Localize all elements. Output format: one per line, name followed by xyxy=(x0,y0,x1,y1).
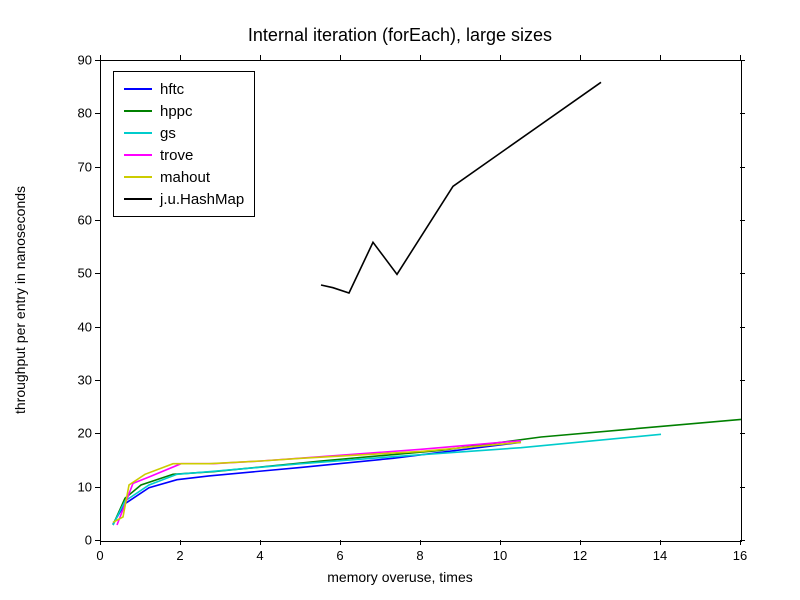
x-tick-label: 8 xyxy=(416,548,423,563)
x-tick-label: 4 xyxy=(256,548,263,563)
legend-item: hppc xyxy=(124,100,244,122)
x-tick-label: 14 xyxy=(653,548,667,563)
legend-swatch xyxy=(124,110,152,112)
x-tick-label: 2 xyxy=(176,548,183,563)
plot-area: hftc hppc gs trove mahout j.u.HashMap xyxy=(100,60,742,542)
legend-label: gs xyxy=(160,125,176,142)
legend-label: hftc xyxy=(160,81,184,98)
series-line-mahout xyxy=(113,442,521,522)
legend-item: j.u.HashMap xyxy=(124,188,244,210)
chart-title: Internal iteration (forEach), large size… xyxy=(0,25,800,46)
series-line-juhashmap xyxy=(321,82,601,293)
series-line-hftc xyxy=(113,442,521,524)
y-tick-label: 60 xyxy=(62,213,92,228)
y-tick-label: 40 xyxy=(62,319,92,334)
series-line-trove xyxy=(117,441,521,525)
legend-swatch xyxy=(124,88,152,90)
y-tick-label: 70 xyxy=(62,159,92,174)
x-tick-label: 16 xyxy=(733,548,747,563)
y-tick-label: 30 xyxy=(62,373,92,388)
legend: hftc hppc gs trove mahout j.u.HashMap xyxy=(113,71,255,217)
y-axis-label: throughput per entry in nanoseconds xyxy=(12,186,28,414)
x-axis-label: memory overuse, times xyxy=(0,569,800,585)
y-tick-label: 50 xyxy=(62,266,92,281)
x-tick-label: 0 xyxy=(96,548,103,563)
legend-item: trove xyxy=(124,144,244,166)
y-tick-label: 0 xyxy=(62,533,92,548)
y-tick-label: 90 xyxy=(62,53,92,68)
x-tick-label: 12 xyxy=(573,548,587,563)
x-tick-label: 6 xyxy=(336,548,343,563)
y-tick-label: 20 xyxy=(62,426,92,441)
legend-label: j.u.HashMap xyxy=(160,191,244,208)
legend-swatch xyxy=(124,132,152,134)
chart-container: Internal iteration (forEach), large size… xyxy=(0,0,800,600)
y-tick-label: 80 xyxy=(62,106,92,121)
series-line-gs xyxy=(113,434,661,525)
legend-label: hppc xyxy=(160,103,193,120)
legend-item: gs xyxy=(124,122,244,144)
legend-label: trove xyxy=(160,147,193,164)
y-tick-label: 10 xyxy=(62,479,92,494)
x-tick-label: 10 xyxy=(493,548,507,563)
legend-swatch xyxy=(124,176,152,178)
legend-item: hftc xyxy=(124,78,244,100)
legend-item: mahout xyxy=(124,166,244,188)
legend-label: mahout xyxy=(160,169,210,186)
legend-swatch xyxy=(124,198,152,200)
legend-swatch xyxy=(124,154,152,156)
